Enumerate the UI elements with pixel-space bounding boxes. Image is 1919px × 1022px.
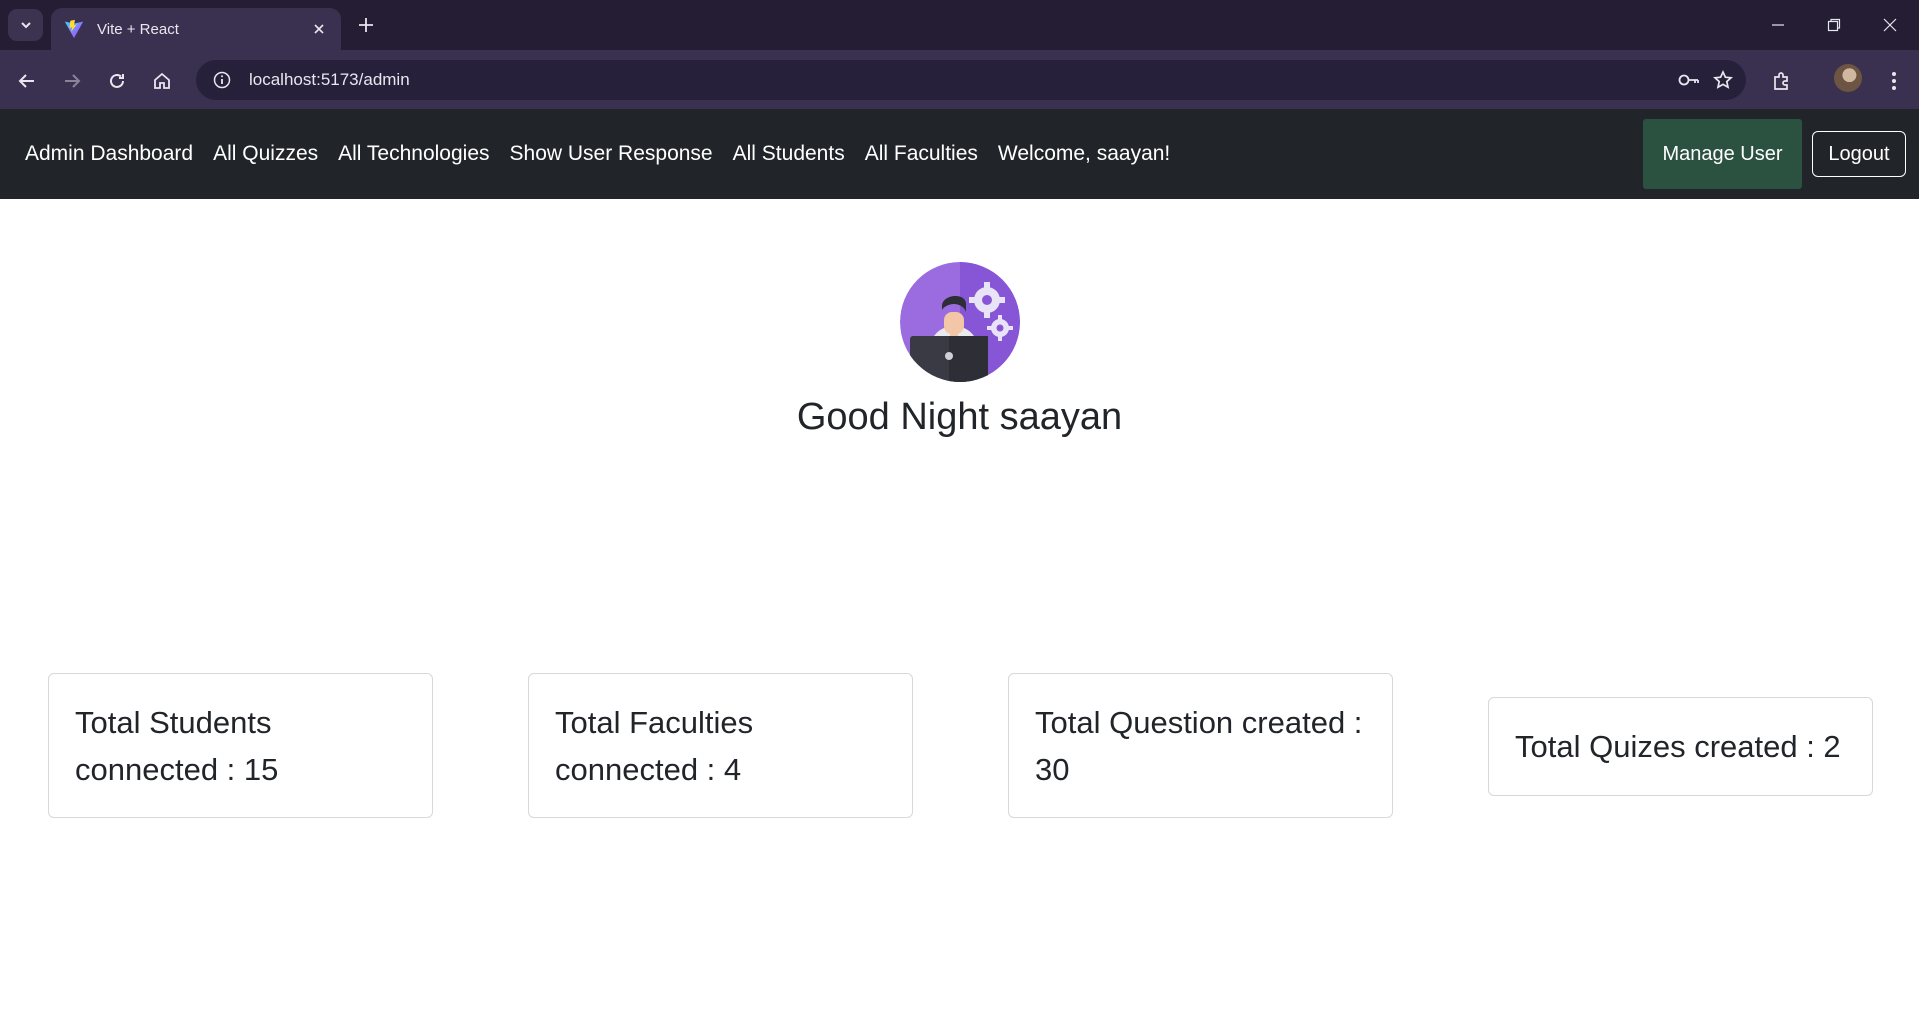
tab-title: Vite + React (97, 20, 179, 38)
tab-search-button[interactable] (8, 9, 43, 41)
new-tab-button[interactable] (352, 11, 380, 39)
nav-all-faculties[interactable]: All Faculties (865, 142, 978, 166)
nav-all-quizzes[interactable]: All Quizzes (213, 142, 318, 166)
home-button[interactable] (145, 64, 179, 98)
more-vertical-icon (1892, 72, 1896, 90)
reload-button[interactable] (100, 64, 134, 98)
address-bar[interactable]: localhost:5173/admin (196, 60, 1746, 100)
restore-button[interactable] (1806, 0, 1862, 50)
back-button[interactable] (10, 64, 44, 98)
bookmark-star-icon[interactable] (1706, 63, 1740, 97)
stat-card-students: Total Students connected : 15 (48, 673, 433, 818)
home-icon (154, 72, 170, 89)
app-navbar: Admin Dashboard All Quizzes All Technolo… (0, 109, 1919, 199)
close-icon (1883, 18, 1897, 32)
logout-button[interactable]: Logout (1812, 131, 1906, 177)
nav-show-user-response[interactable]: Show User Response (510, 142, 713, 166)
restore-icon (1827, 18, 1841, 32)
plus-icon (359, 18, 373, 32)
password-key-icon[interactable] (1672, 63, 1706, 97)
url-text[interactable]: localhost:5173/admin (249, 70, 1672, 90)
greeting-heading: Good Night saayan (796, 396, 1123, 438)
minimize-button[interactable] (1750, 0, 1806, 50)
stat-card-questions: Total Question created : 30 (1008, 673, 1393, 818)
stat-card-label: Total Faculties connected : 4 (555, 705, 754, 787)
puzzle-icon (1774, 72, 1788, 90)
welcome-text: Welcome, saayan! (997, 142, 1171, 165)
close-window-button[interactable] (1862, 0, 1918, 50)
browser-menu-button[interactable] (1877, 64, 1911, 98)
nav-all-students[interactable]: All Students (733, 142, 845, 166)
forward-button[interactable] (55, 64, 89, 98)
manage-user-button[interactable]: Manage User (1643, 119, 1802, 189)
arrow-right-icon (65, 74, 81, 88)
arrow-left-icon (18, 74, 34, 88)
browser-tab-active[interactable]: Vite + React (51, 8, 341, 50)
site-info-icon[interactable] (209, 67, 235, 93)
admin-illustration-icon (900, 262, 1020, 382)
browser-tabstrip: Vite + React (0, 0, 1919, 50)
nav-all-technologies[interactable]: All Technologies (338, 142, 489, 166)
nav-admin-dashboard[interactable]: Admin Dashboard (25, 142, 193, 166)
admin-avatar (900, 262, 1020, 382)
profile-avatar[interactable] (1834, 64, 1862, 92)
browser-toolbar: localhost:5173/admin (0, 50, 1919, 109)
close-tab-icon[interactable] (309, 19, 329, 39)
stat-card-label: Total Question created : 30 (1035, 705, 1363, 787)
reload-icon (110, 73, 124, 88)
extensions-button[interactable] (1765, 64, 1799, 98)
chevron-down-icon (20, 22, 31, 29)
stat-card-faculties: Total Faculties connected : 4 (528, 673, 913, 818)
vite-logo-icon (64, 19, 84, 39)
stat-card-label: Total Students connected : 15 (75, 705, 279, 787)
stat-card-label: Total Quizes created : 2 (1515, 729, 1841, 764)
stat-card-quizzes: Total Quizes created : 2 (1488, 697, 1873, 796)
minimize-icon (1772, 24, 1784, 26)
